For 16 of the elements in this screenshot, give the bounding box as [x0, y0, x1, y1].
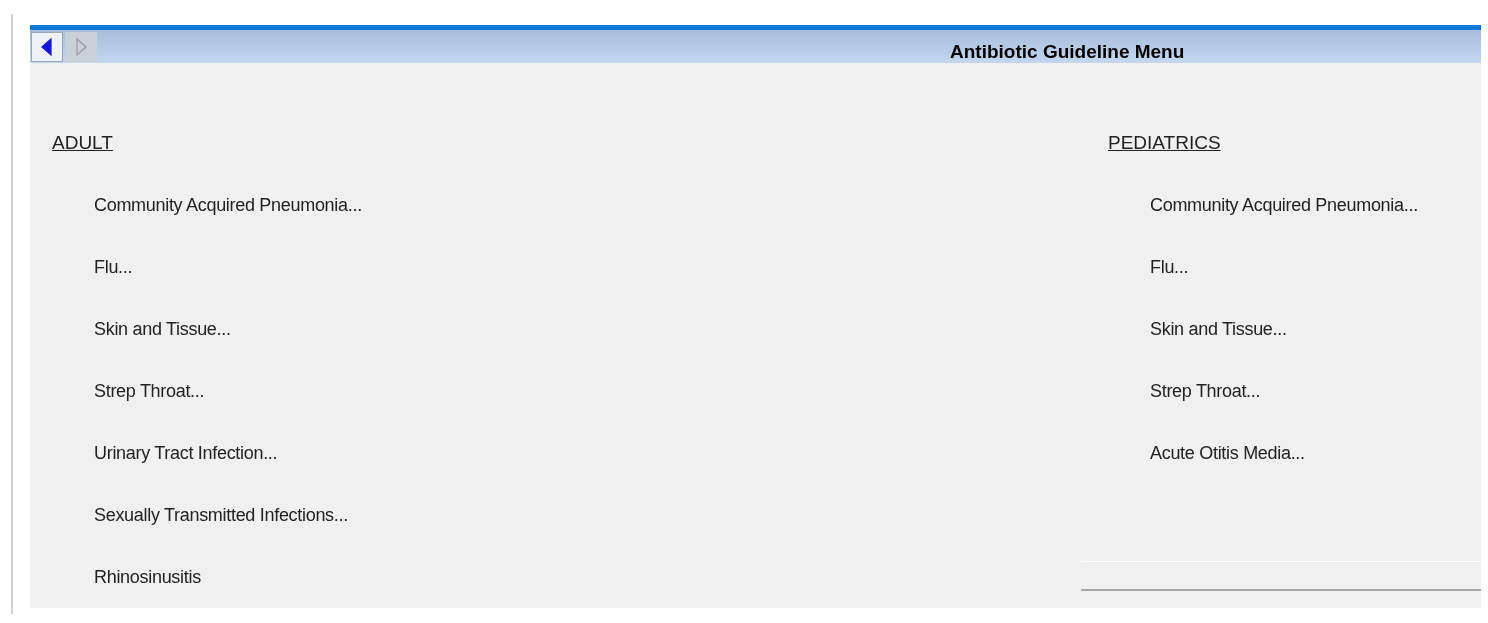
window-title: Antibiotic Guideline Menu	[950, 40, 1185, 65]
menu-item[interactable]: Urinary Tract Infection...	[94, 439, 278, 467]
back-button[interactable]	[31, 31, 63, 62]
section-heading: ADULT	[52, 130, 113, 155]
menu-item[interactable]: Flu...	[94, 253, 133, 281]
menu-item[interactable]: Community Acquired Pneumonia...	[94, 191, 362, 219]
menu-item[interactable]: Flu...	[1150, 253, 1189, 281]
menu-item[interactable]: Acute Otitis Media...	[1150, 439, 1305, 467]
menu-item[interactable]: Strep Throat...	[94, 377, 205, 405]
menu-item[interactable]: Sexually Transmitted Infections...	[94, 501, 348, 529]
menu-item[interactable]: Community Acquired Pneumonia...	[1150, 191, 1418, 219]
menu-item[interactable]: Skin and Tissue...	[1150, 315, 1287, 343]
menu-item[interactable]: Skin and Tissue...	[94, 315, 231, 343]
menu-item[interactable]: Rhinosinusitis	[94, 563, 201, 591]
menu-item[interactable]: Strep Throat...	[1150, 377, 1261, 405]
section-heading: PEDIATRICS	[1108, 130, 1221, 155]
